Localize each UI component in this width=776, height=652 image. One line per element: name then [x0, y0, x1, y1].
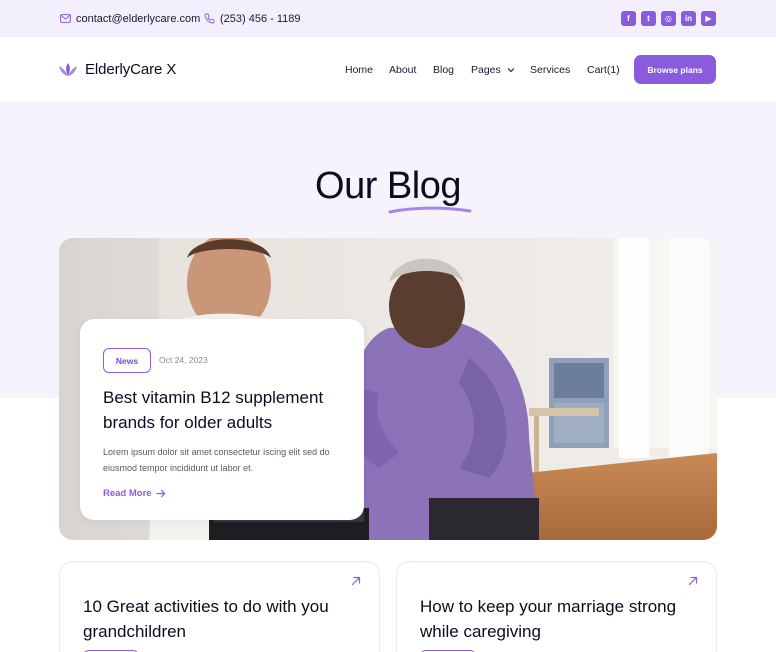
nav-services[interactable]: Services — [530, 64, 570, 76]
nav-home[interactable]: Home — [345, 64, 373, 76]
blog-card[interactable]: 10 Great activities to do with you grand… — [59, 561, 380, 652]
post-date: Oct 24, 2023 — [159, 355, 208, 365]
title-underline-decoration — [388, 206, 472, 214]
featured-post-excerpt: Lorem ipsum dolor sit amet consectetur i… — [103, 447, 330, 473]
linkedin-icon[interactable]: in — [681, 11, 696, 26]
brand-name: ElderlyCare X — [85, 60, 177, 78]
arrow-up-right-icon[interactable] — [351, 576, 361, 586]
phone-icon — [204, 13, 215, 24]
nav-about[interactable]: About — [389, 64, 416, 76]
blog-card-title[interactable]: 10 Great activities to do with you grand… — [83, 594, 343, 644]
featured-post-title[interactable]: Best vitamin B12 supplement brands for o… — [103, 385, 353, 435]
nav-pages-label: Pages — [471, 64, 501, 76]
featured-post-card[interactable]: News Oct 24, 2023 Best vitamin B12 suppl… — [80, 319, 364, 520]
lotus-logo-icon — [59, 62, 77, 76]
instagram-icon[interactable]: ◎ — [661, 11, 676, 26]
youtube-icon[interactable]: ▶ — [701, 11, 716, 26]
arrow-up-right-icon[interactable] — [688, 576, 698, 586]
phone-text: (253) 456 - 1189 — [220, 12, 301, 25]
chevron-down-icon — [507, 68, 515, 73]
category-tag[interactable]: News — [103, 348, 151, 373]
twitter-icon[interactable]: t — [641, 11, 656, 26]
nav-cart[interactable]: Cart(1) — [587, 64, 620, 76]
facebook-icon[interactable]: f — [621, 11, 636, 26]
email-contact[interactable]: contact@elderlycare.com — [60, 0, 200, 37]
page-title: Our Blog — [315, 165, 461, 207]
blog-card-title[interactable]: How to keep your marriage strong while c… — [420, 594, 680, 644]
arrow-right-icon — [155, 489, 165, 498]
mail-icon — [60, 14, 71, 23]
logo[interactable]: ElderlyCare X — [58, 37, 176, 101]
phone-contact[interactable]: (253) 456 - 1189 — [204, 0, 301, 37]
read-more-link[interactable]: Read More — [103, 488, 166, 499]
nav-pages[interactable]: Pages — [471, 64, 515, 76]
site-header: ElderlyCare X Home About Blog Pages Serv… — [0, 37, 776, 101]
browse-plans-button[interactable]: Browse plans — [634, 55, 716, 84]
email-text: contact@elderlycare.com — [76, 12, 201, 25]
nav-blog[interactable]: Blog — [433, 64, 454, 76]
top-bar: contact@elderlycare.com (253) 456 - 1189… — [0, 0, 776, 37]
social-links: f t ◎ in ▶ — [621, 11, 716, 26]
read-more-label: Read More — [103, 488, 152, 499]
blog-card[interactable]: How to keep your marriage strong while c… — [396, 561, 717, 652]
